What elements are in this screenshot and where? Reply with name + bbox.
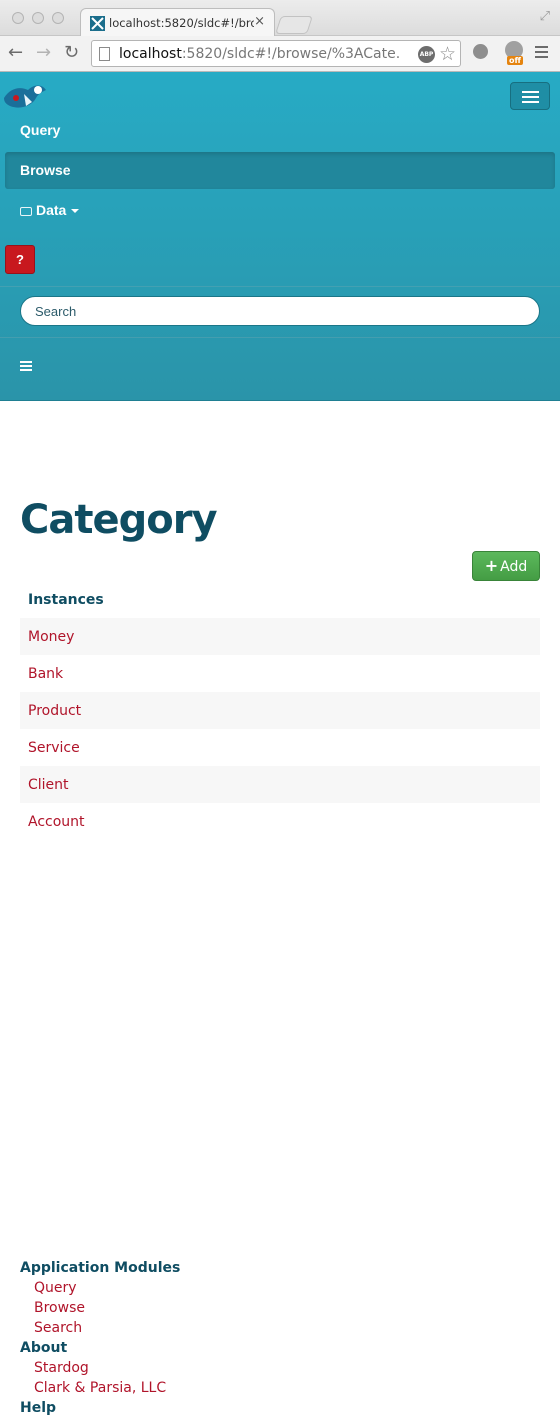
- help-button[interactable]: ?: [5, 245, 35, 274]
- back-icon[interactable]: ←: [8, 42, 23, 64]
- browser-toolbar: ← → ↻ localhost:5820/sldc#!/browse/%3ACa…: [0, 36, 560, 72]
- page-title: Category: [20, 497, 218, 543]
- add-button[interactable]: + Add: [472, 551, 540, 581]
- favicon-icon: [90, 16, 105, 31]
- table-header: Instances: [28, 591, 104, 608]
- database-icon: [20, 206, 32, 216]
- brand-logo-icon[interactable]: [2, 80, 48, 112]
- new-tab-button[interactable]: [275, 16, 313, 34]
- forward-icon[interactable]: →: [36, 42, 51, 64]
- navbar-divider: [0, 337, 560, 338]
- footer-link-stardog[interactable]: Stardog: [20, 1358, 540, 1378]
- adblock-icon[interactable]: ABP: [418, 46, 435, 63]
- table-row: Client: [20, 766, 540, 803]
- footer-link-query[interactable]: Query: [20, 1278, 540, 1298]
- window-minimize-button[interactable]: [32, 12, 44, 24]
- url-text[interactable]: localhost:5820/sldc#!/browse/%3ACate...: [119, 46, 399, 62]
- tab-title: localhost:5820/sldc#!/browse: [109, 16, 254, 30]
- caret-down-icon: [71, 209, 80, 214]
- reload-icon[interactable]: ↻: [64, 42, 79, 64]
- instance-link[interactable]: Money: [20, 618, 540, 655]
- footer-heading-about: About: [20, 1340, 68, 1356]
- search-input[interactable]: [20, 296, 540, 326]
- window-close-button[interactable]: [12, 12, 24, 24]
- bookmark-star-icon[interactable]: ☆: [439, 43, 456, 65]
- instance-link[interactable]: Account: [20, 803, 540, 840]
- table-row: Money: [20, 618, 540, 655]
- nav-query[interactable]: Query: [5, 112, 555, 149]
- navbar-divider: [0, 286, 560, 287]
- footer-link-clark-parsia[interactable]: Clark & Parsia, LLC: [20, 1378, 540, 1398]
- instance-link[interactable]: Client: [20, 766, 540, 803]
- plus-icon: +: [484, 556, 499, 575]
- hamburger-menu-icon[interactable]: [20, 361, 32, 373]
- nav-data-dropdown[interactable]: Data: [5, 192, 555, 229]
- instance-link[interactable]: Service: [20, 729, 540, 766]
- browser-tab[interactable]: localhost:5820/sldc#!/browse ×: [80, 8, 275, 37]
- table-row: Bank: [20, 655, 540, 692]
- extension-badge: off: [507, 56, 523, 65]
- table-row: Product: [20, 692, 540, 729]
- fullscreen-icon[interactable]: ⤢: [540, 9, 550, 24]
- footer-link-browse[interactable]: Browse: [20, 1298, 540, 1318]
- nav-query-label: Query: [20, 122, 61, 138]
- footer-link-search[interactable]: Search: [20, 1318, 540, 1338]
- instances-table: Instances Money Bank Product Service Cli…: [20, 581, 540, 840]
- nav-data-label: Data: [36, 202, 67, 218]
- extension-icon[interactable]: [473, 44, 488, 59]
- add-button-label: Add: [500, 559, 528, 575]
- nav-browse-label: Browse: [20, 162, 71, 178]
- footer: Application Modules Query Browse Search …: [20, 1258, 540, 1418]
- address-bar[interactable]: localhost:5820/sldc#!/browse/%3ACate... …: [91, 40, 461, 67]
- app-navbar: Query Browse Data ?: [0, 72, 560, 401]
- instance-link[interactable]: Product: [20, 692, 540, 729]
- navbar-toggle-button[interactable]: [510, 82, 550, 110]
- table-row: Account: [20, 803, 540, 840]
- instance-link[interactable]: Bank: [20, 655, 540, 692]
- footer-heading-help: Help: [20, 1400, 57, 1416]
- page-icon: [99, 47, 110, 61]
- url-host: localhost: [119, 46, 182, 62]
- window-zoom-button[interactable]: [52, 12, 64, 24]
- browser-tab-bar: localhost:5820/sldc#!/browse × ⤢: [0, 0, 560, 37]
- nav-browse[interactable]: Browse: [5, 152, 555, 189]
- tab-close-icon[interactable]: ×: [254, 14, 265, 29]
- table-row: Service: [20, 729, 540, 766]
- url-rest: :5820/sldc#!/browse/%3ACate...: [181, 46, 399, 62]
- browser-menu-icon[interactable]: [535, 46, 548, 61]
- footer-heading-modules: Application Modules: [20, 1260, 181, 1276]
